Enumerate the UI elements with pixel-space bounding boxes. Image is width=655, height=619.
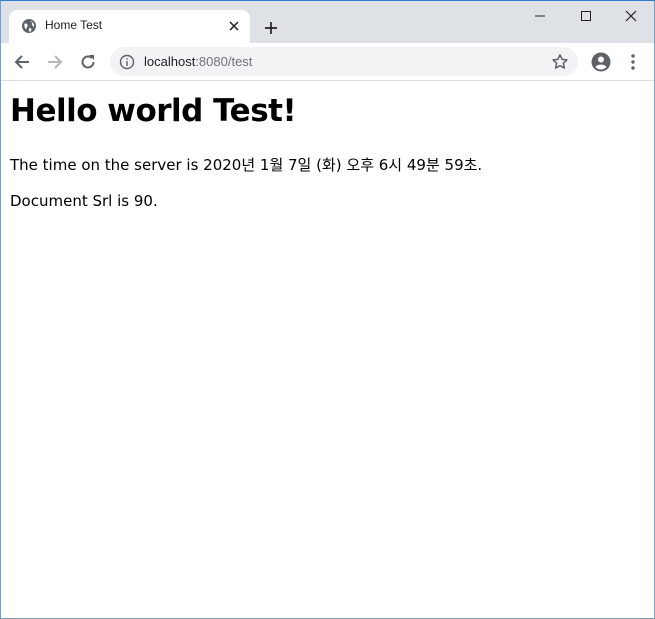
reload-icon [81, 55, 95, 69]
url-path: :8080/test [195, 54, 253, 69]
tab-strip: Home Test [1, 1, 654, 43]
url-host: localhost [144, 54, 196, 69]
page-heading: Hello world Test! [10, 93, 297, 129]
close-icon [625, 10, 637, 22]
close-window-button[interactable] [608, 1, 654, 31]
server-time-text: The time on the server is 2020년 1월 7일 (화… [10, 156, 483, 174]
close-tab-icon[interactable] [226, 18, 242, 34]
url-text: localhost:8080/test [144, 54, 252, 69]
plus-icon [265, 22, 277, 34]
browser-toolbar: localhost:8080/test [1, 43, 654, 81]
back-button[interactable] [9, 49, 35, 75]
back-arrow-icon [14, 55, 29, 69]
tab-home-test[interactable]: Home Test [9, 10, 250, 43]
kebab-menu-icon[interactable] [621, 49, 645, 75]
tab-title: Home Test [45, 18, 103, 32]
star-icon[interactable] [551, 53, 569, 71]
reload-button[interactable] [75, 49, 101, 75]
maximize-icon [581, 11, 591, 21]
forward-button[interactable] [42, 49, 68, 75]
maximize-button[interactable] [563, 1, 609, 31]
info-icon[interactable] [119, 54, 135, 70]
globe-icon [21, 18, 37, 34]
account-icon[interactable] [588, 49, 614, 75]
browser-window: Home Test localhost:8080/test Hello worl… [0, 0, 655, 619]
new-tab-button[interactable] [259, 16, 283, 40]
document-srl-text: Document Srl is 90. [10, 192, 158, 210]
address-bar[interactable]: localhost:8080/test [110, 47, 578, 76]
minimize-icon [535, 15, 545, 17]
forward-arrow-icon [48, 55, 63, 69]
page-content: Hello world Test! The time on the server… [1, 81, 654, 618]
minimize-button[interactable] [517, 1, 563, 31]
